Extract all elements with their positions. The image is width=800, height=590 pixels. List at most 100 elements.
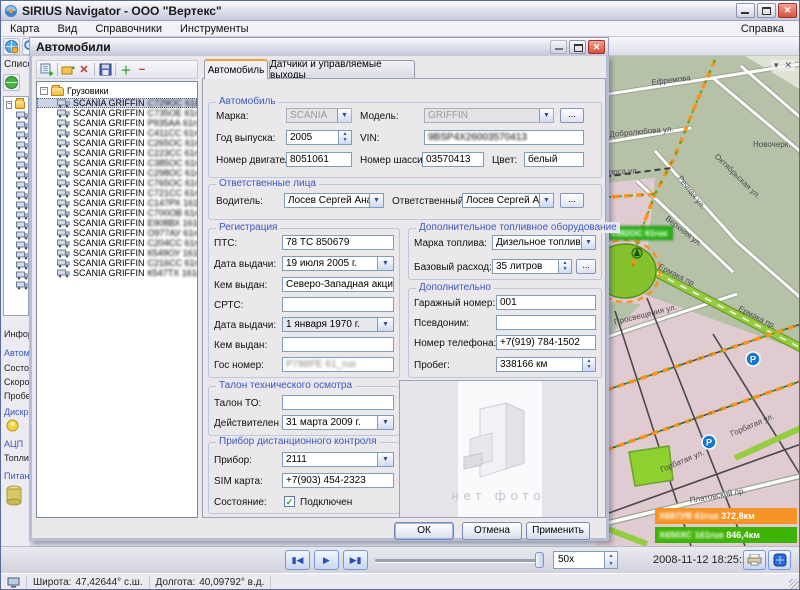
tree-item-vehicle[interactable]: SCANIA GRIFFINС298ОС 61rus <box>37 168 197 178</box>
dialog-close-button[interactable]: ✕ <box>588 40 605 54</box>
pts-date-picker[interactable]: 19 июля 2005 г.▼ <box>282 256 394 271</box>
color-value: белый <box>528 154 557 165</box>
responsible-select[interactable]: Лосев Сергей Анатоль▼ <box>462 193 554 208</box>
menu-help[interactable]: Справка <box>732 23 793 35</box>
base-consumption-stepper[interactable]: 35 литров▲▼ <box>492 259 572 274</box>
truck-icon <box>57 169 70 178</box>
close-button[interactable]: ✕ <box>778 3 797 18</box>
tree-item-vehicle[interactable]: SCANIA GRIFFINС721СС 61rus <box>37 188 197 198</box>
srts-date-picker[interactable]: 1 января 1970 г.▼ <box>282 317 394 332</box>
tree-item-vehicle[interactable]: SCANIA GRIFFINС411СС 61rus <box>37 128 197 138</box>
tab-sensors[interactable]: Датчики и управляемые выходы <box>269 60 415 79</box>
speed-spinner[interactable]: ▲▼ <box>605 551 618 569</box>
latitude-value: 47,42644° с.ш. <box>75 577 142 588</box>
skip-back-button[interactable]: ▮◀ <box>285 550 310 570</box>
main-tree-fragment[interactable]: − <box>3 96 29 316</box>
print-track-button[interactable] <box>743 550 766 570</box>
mileage-stepper[interactable]: 338166 км▲▼ <box>496 357 596 372</box>
pts-issuer-field[interactable]: Северо-Западная акцизная т <box>282 277 394 292</box>
pts-field[interactable]: 78 ТС 850679 <box>282 235 394 250</box>
tree-item-vehicle[interactable]: SCANIA GRIFFINЕ908ВХ 161rus <box>37 218 197 228</box>
vin-field[interactable]: 9BSP4X26003570413 <box>424 130 584 145</box>
play-button[interactable]: ▶ <box>314 550 339 570</box>
tree-item-vehicle[interactable]: SCANIA GRIFFINС729ОС 61rus <box>37 98 197 108</box>
timeline-slider-thumb[interactable] <box>535 552 544 568</box>
menu-view[interactable]: Вид <box>48 23 86 35</box>
fuel-brand-select[interactable]: Дизельное топливо▼ <box>492 235 596 250</box>
menu-map[interactable]: Карта <box>1 23 48 35</box>
add-vehicle-button[interactable] <box>39 62 55 77</box>
tree-item-vehicle[interactable]: SCANIA GRIFFINС223СС 61rus <box>37 148 197 158</box>
tree-item-vehicle[interactable]: SCANIA GRIFFINС700ОВ 61rus <box>37 208 197 218</box>
spinner-arrows-icon[interactable]: ▲▼ <box>558 260 571 273</box>
device-select[interactable]: 2111▼ <box>282 452 394 467</box>
tree-item-vehicle[interactable]: SCANIA GRIFFINС147РХ 161rus <box>37 198 197 208</box>
tree-collapse-icon[interactable]: − <box>40 87 48 95</box>
timeline-slider-track[interactable] <box>375 559 541 562</box>
tree-root-row[interactable]: − Грузовики <box>40 85 197 97</box>
map-panel[interactable]: P P Ефремова Добролюбова ул. Щорса ул. О… <box>595 56 800 546</box>
truck-icon <box>57 139 70 148</box>
persons-browse-button[interactable]: ... <box>560 193 584 208</box>
phone-field[interactable]: +7(919) 784-1502 <box>496 335 596 350</box>
sim-field[interactable]: +7(903) 454-2323 <box>282 473 394 488</box>
nickname-field[interactable] <box>496 315 596 330</box>
delete-vehicle-button[interactable]: ✕ <box>76 62 92 77</box>
dialog-minimize-button[interactable] <box>550 40 567 54</box>
vehicle-tree[interactable]: − Грузовики SCANIA GRIFFINС729ОС 61rusSC… <box>36 81 198 518</box>
tree-item-vehicle[interactable]: SCANIA GRIFFINС204СС 61rus <box>37 238 197 248</box>
speed-input[interactable]: 50x <box>553 551 605 569</box>
driver-select[interactable]: Лосев Сергей Анатоль▼ <box>284 193 384 208</box>
tab-vehicle[interactable]: Автомобиль <box>204 59 268 79</box>
spinner-arrows-icon[interactable]: ▲▼ <box>582 358 595 371</box>
tree-item-vehicle[interactable]: SCANIA GRIFFINС216СС 61rus <box>37 258 197 268</box>
restore-button[interactable] <box>757 3 776 18</box>
cancel-button[interactable]: Отмена <box>462 522 522 540</box>
chassis-number-field[interactable]: 03570413 <box>422 152 484 167</box>
truck-icon <box>57 259 70 268</box>
menu-directories[interactable]: Справочники <box>86 23 171 35</box>
move-to-group-button[interactable] <box>60 62 76 77</box>
app-icon <box>4 4 18 18</box>
color-field[interactable]: белый <box>524 152 584 167</box>
model-browse-button[interactable]: ... <box>560 108 584 123</box>
globe-tool-button[interactable] <box>3 38 20 55</box>
valid-until-picker[interactable]: 31 марта 2009 г.▼ <box>282 415 394 430</box>
srts-field[interactable] <box>282 297 394 312</box>
skip-forward-button[interactable]: ▶▮ <box>343 550 368 570</box>
tree-item-vehicle[interactable]: SCANIA GRIFFINР935АА 61rus <box>37 118 197 128</box>
model-select[interactable]: GRIFFIN▼ <box>424 108 554 123</box>
tree-expand-icon[interactable]: − <box>6 101 12 109</box>
year-stepper[interactable]: 2005▲▼ <box>286 130 352 145</box>
tree-item-vehicle[interactable]: SCANIA GRIFFINС765ОС 61rus <box>37 178 197 188</box>
map-mode-button[interactable] <box>768 550 791 570</box>
garage-number-field[interactable]: 001 <box>496 295 596 310</box>
tree-item-vehicle[interactable]: SCANIA GRIFFINС385ОС 61rus <box>37 158 197 168</box>
list-globe-button[interactable] <box>3 74 20 91</box>
engine-number-field[interactable]: 8051061 <box>286 152 352 167</box>
map-panel-menu-icon[interactable]: ▾ <box>774 60 779 71</box>
map-panel-close-icon[interactable]: ✕ <box>784 60 792 71</box>
resize-grip[interactable] <box>789 579 799 589</box>
gos-number-field[interactable]: Р788РЕ 61_rus <box>282 357 394 372</box>
dialog-maximize-button[interactable] <box>569 40 586 54</box>
tree-item-vehicle[interactable]: SCANIA GRIFFINК549ОУ 161rus <box>37 248 197 258</box>
fuel-browse-button[interactable]: ... <box>576 259 596 274</box>
tree-item-vehicle[interactable]: SCANIA GRIFFINС735ОЕ 61rus <box>37 108 197 118</box>
save-button[interactable] <box>97 62 113 77</box>
tree-item-vehicle[interactable]: SCANIA GRIFFINО977АУ 61rus <box>37 228 197 238</box>
connected-checkbox[interactable]: ✓ <box>284 496 295 507</box>
chassis-number-value: 03570413 <box>426 154 471 165</box>
spinner-arrows-icon[interactable]: ▲▼ <box>338 131 351 144</box>
add-group-button[interactable]: ＋ <box>118 62 134 77</box>
tree-item-vehicle[interactable]: SCANIA GRIFFINК547ТХ 161rus <box>37 268 197 278</box>
remove-group-button[interactable]: − <box>134 62 150 77</box>
ticket-field[interactable] <box>282 395 394 410</box>
ok-button[interactable]: ОК <box>394 522 454 540</box>
brand-select[interactable]: SCANIA▼ <box>286 108 352 123</box>
apply-button[interactable]: Применить <box>526 522 590 540</box>
minimize-button[interactable] <box>736 3 755 18</box>
menu-tools[interactable]: Инструменты <box>171 23 258 35</box>
tree-item-vehicle[interactable]: SCANIA GRIFFINС265ОС 61rus <box>37 138 197 148</box>
srts-issuer-field[interactable] <box>282 337 394 352</box>
